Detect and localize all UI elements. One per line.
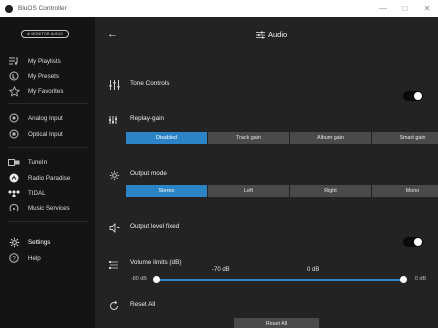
sidebar-item-label: My Presets — [28, 72, 59, 80]
volume-min-label: -80 dB — [131, 276, 147, 282]
sidebar-divider — [8, 221, 88, 222]
output-mode-label: Output mode — [130, 170, 167, 177]
presets-icon — [0, 71, 28, 81]
maximize-button[interactable]: □ — [394, 0, 416, 17]
sliders-icon — [256, 31, 265, 38]
page-title: Audio — [256, 30, 287, 39]
tidal-icon — [0, 189, 28, 197]
sidebar-item-label: Optical Input — [28, 130, 63, 138]
output-mode-icon — [108, 169, 120, 181]
sidebar-item-label: Help — [28, 254, 41, 262]
volume-limits-label: Volume limits (dB) — [130, 259, 182, 266]
playlist-icon — [0, 57, 28, 65]
app-logo-icon — [5, 4, 13, 13]
optical-input-icon — [0, 129, 28, 139]
equalizer-icon — [108, 79, 120, 91]
tunein-icon — [0, 158, 28, 166]
toggle-knob — [414, 238, 422, 246]
window-title-bar: BluOS Controller — □ ✕ — [0, 0, 438, 17]
sidebar-item-label: My Favorites — [28, 87, 64, 95]
output-mode-mono-option[interactable]: Mono — [372, 185, 438, 197]
replay-gain-selector: Disabled Track gain Album gain Smart gai… — [126, 132, 438, 144]
output-level-fixed-toggle[interactable] — [403, 237, 423, 247]
sidebar-item-radio-paradise[interactable]: Radio Paradise — [0, 171, 95, 185]
sidebar-item-my-playlists[interactable]: My Playlists — [0, 54, 95, 68]
sidebar-item-label: TuneIn — [28, 158, 48, 166]
sidebar-item-label: Music Services — [28, 204, 70, 212]
page-title-text: Audio — [268, 30, 288, 39]
sidebar-item-label: TIDAL — [28, 189, 46, 197]
replay-gain-disabled-option[interactable]: Disabled — [126, 132, 207, 144]
sidebar-item-my-presets[interactable]: My Presets — [0, 69, 95, 83]
star-icon — [0, 85, 28, 97]
gear-icon — [0, 237, 28, 248]
sidebar-divider — [8, 103, 88, 104]
volume-range-track[interactable] — [156, 279, 402, 281]
replay-gain-icon — [108, 114, 120, 126]
replay-gain-album-option[interactable]: Album gain — [290, 132, 371, 144]
analog-input-icon — [0, 113, 28, 123]
sidebar-item-label: My Playlists — [28, 57, 61, 65]
output-mode-selector: Stereo Left Right Mono — [126, 185, 438, 197]
replay-gain-track-option[interactable]: Track gain — [208, 132, 289, 144]
volume-low-value: -70 dB — [212, 267, 230, 273]
sidebar-item-label: Analog Input — [28, 114, 63, 122]
reset-icon — [108, 300, 120, 312]
tone-controls-toggle[interactable] — [403, 91, 423, 101]
volume-high-handle[interactable] — [400, 276, 407, 283]
toggle-knob — [414, 92, 422, 100]
sidebar-divider — [8, 147, 88, 148]
reset-all-label: Reset All — [130, 301, 156, 308]
brand-logo[interactable]: ⊕ MONITOR AUDIO — [21, 30, 69, 38]
sidebar-item-help[interactable]: ? Help — [0, 251, 95, 265]
audio-settings-panel: ← Audio Tone Controls Replay-gain Disabl… — [95, 17, 438, 328]
sidebar-item-analog-input[interactable]: Analog Input — [0, 111, 95, 125]
sidebar-item-tunein[interactable]: TuneIn — [0, 155, 95, 169]
replay-gain-label: Replay-gain — [130, 115, 165, 122]
help-icon: ? — [0, 253, 28, 263]
sidebar-item-my-favorites[interactable]: My Favorites — [0, 84, 95, 98]
back-arrow-icon[interactable]: ← — [107, 28, 118, 40]
minimize-button[interactable]: — — [372, 0, 394, 17]
sidebar-item-label: Settings — [28, 238, 51, 246]
volume-max-label: 0 dB — [415, 276, 427, 282]
sidebar-item-music-services[interactable]: Music Services — [0, 201, 95, 215]
reset-all-button[interactable]: Reset All — [234, 318, 319, 328]
volume-low-handle[interactable] — [153, 276, 160, 283]
output-mode-stereo-option[interactable]: Stereo — [126, 185, 207, 197]
sidebar-item-optical-input[interactable]: Optical Input — [0, 127, 95, 141]
speaker-icon — [108, 222, 120, 234]
sidebar-item-tidal[interactable]: TIDAL — [0, 186, 95, 200]
output-mode-right-option[interactable]: Right — [290, 185, 371, 197]
music-services-icon — [0, 203, 28, 213]
sidebar: ⊕ MONITOR AUDIO My Playlists My Presets … — [0, 17, 95, 328]
window-controls: — □ ✕ — [372, 0, 438, 17]
sidebar-item-settings[interactable]: Settings — [0, 235, 95, 249]
replay-gain-smart-option[interactable]: Smart gain — [372, 132, 438, 144]
output-mode-left-option[interactable]: Left — [208, 185, 289, 197]
window-title: BluOS Controller — [18, 5, 67, 12]
radio-paradise-icon — [0, 173, 28, 183]
output-level-fixed-label: Output level fixed — [130, 223, 180, 230]
volume-limits-icon — [108, 259, 120, 271]
volume-high-value: 0 dB — [307, 267, 320, 273]
sidebar-item-label: Radio Paradise — [28, 174, 71, 182]
close-button[interactable]: ✕ — [416, 0, 438, 17]
tone-controls-label: Tone Controls — [130, 80, 170, 87]
